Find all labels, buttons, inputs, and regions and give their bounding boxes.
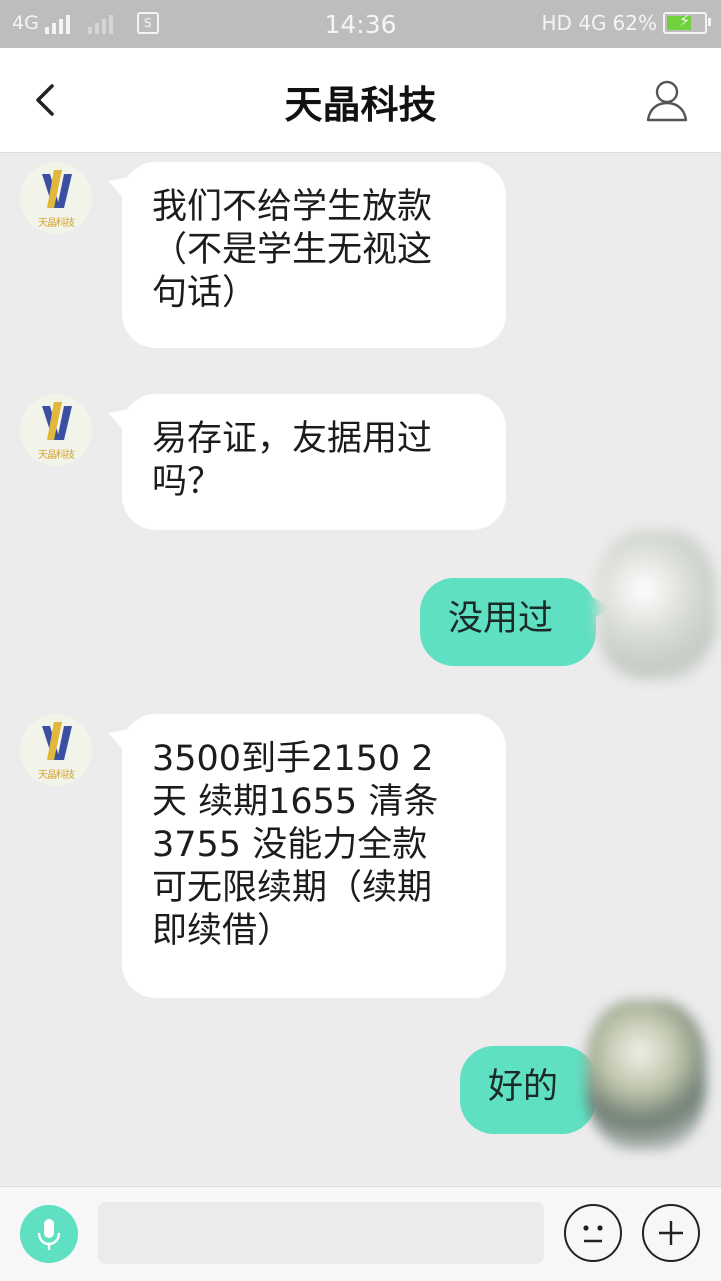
message-bubble-incoming[interactable]: 3500到手2150 2 天 续期1655 清条 3755 没能力全款 可无限续…: [122, 714, 506, 998]
battery-icon: ⚡: [663, 11, 711, 34]
battery-percent: 62%: [612, 11, 657, 35]
message-bubble-outgoing[interactable]: 没用过: [420, 578, 612, 666]
avatar-logo-text: 天晶科技: [38, 218, 75, 229]
chat-header: 天晶科技: [0, 48, 721, 153]
emoji-icon: [583, 1225, 603, 1243]
contact-avatar[interactable]: 天晶科技: [20, 162, 92, 234]
message-bubble-incoming[interactable]: 易存证，友据用过 吗？: [122, 394, 506, 530]
user-avatar[interactable]: [586, 1000, 706, 1150]
contact-avatar[interactable]: 天晶科技: [20, 394, 92, 466]
user-avatar[interactable]: [596, 530, 716, 680]
input-bar: [0, 1186, 721, 1281]
message-input[interactable]: [98, 1202, 544, 1264]
status-right: HD 4G 62% ⚡: [541, 11, 711, 35]
emoji-button[interactable]: [564, 1204, 622, 1262]
status-bar: 4G S 14:36 HD 4G 62% ⚡: [0, 0, 721, 48]
message-bubble-incoming[interactable]: 我们不给学生放款 （不是学生无视这 句话）: [122, 162, 506, 348]
page-title: 天晶科技: [284, 83, 437, 127]
avatar-logo-text: 天晶科技: [38, 450, 75, 461]
network-label: HD 4G: [541, 11, 607, 35]
profile-button[interactable]: [643, 76, 691, 124]
contact-avatar[interactable]: 天晶科技: [20, 714, 92, 786]
more-button[interactable]: [642, 1204, 700, 1262]
plus-icon: [659, 1221, 683, 1245]
person-icon: [646, 80, 688, 122]
avatar-logo-text: 天晶科技: [38, 770, 75, 781]
microphone-icon: [37, 1219, 61, 1250]
message-bubble-outgoing[interactable]: 好的: [460, 1046, 612, 1134]
voice-button[interactable]: [20, 1205, 78, 1263]
